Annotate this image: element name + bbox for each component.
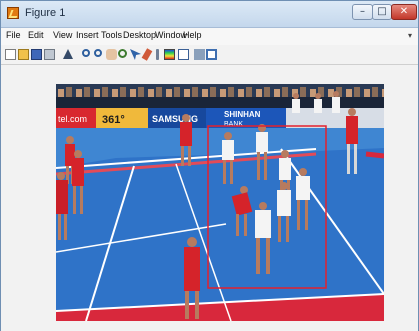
menu-insert[interactable]: Insert (76, 30, 99, 40)
spectator-white-1 (292, 93, 300, 113)
ad-telecom-text: tel.com (58, 114, 87, 124)
select-arrow-icon[interactable] (63, 49, 73, 59)
legend-icon[interactable] (178, 49, 189, 60)
print-icon[interactable] (44, 49, 55, 60)
menu-edit[interactable]: Edit (28, 30, 44, 40)
brush-icon[interactable] (141, 48, 153, 61)
dock-icon[interactable] (206, 49, 217, 60)
matlab-logo-icon (7, 7, 19, 19)
menu-tools[interactable]: Tools (101, 30, 122, 40)
kabaddi-court-image: tel.com 361° SAMSUNG SHINHAN BANK (56, 84, 384, 321)
save-icon[interactable] (31, 49, 42, 60)
menu-desktop[interactable]: Desktop (123, 30, 156, 40)
ad-361-text: 361° (102, 114, 125, 126)
window-title: Figure 1 (25, 7, 66, 19)
displayed-image: tel.com 361° SAMSUNG SHINHAN BANK (56, 84, 384, 321)
new-figure-icon[interactable] (5, 49, 16, 60)
colorbar-icon[interactable] (164, 49, 175, 60)
menu-overflow-icon[interactable]: ▾ (408, 31, 412, 40)
spectator-white-2 (314, 93, 322, 113)
menu-bar: File Edit View Insert Tools Desktop Wind… (1, 28, 418, 45)
data-cursor-icon[interactable] (130, 49, 141, 60)
matlab-figure-window: Figure 1 – □ ✕ File Edit View Insert Too… (0, 0, 419, 331)
rotate-3d-icon[interactable] (118, 49, 127, 58)
ad-shinhan-text: SHINHAN (224, 110, 261, 119)
minimize-button[interactable]: – (352, 4, 373, 20)
maximize-button[interactable]: □ (372, 4, 392, 20)
court-corner-right (365, 151, 384, 159)
pan-hand-icon[interactable] (106, 49, 117, 60)
link-icon[interactable] (156, 49, 159, 60)
grid-icon[interactable] (194, 49, 205, 60)
open-file-icon[interactable] (18, 49, 29, 60)
title-bar[interactable]: Figure 1 – □ ✕ (1, 1, 418, 28)
ad-shinhan-sub-text: BANK (224, 121, 243, 128)
spectator-white-3 (332, 91, 340, 113)
menu-view[interactable]: View (53, 30, 72, 40)
close-button[interactable]: ✕ (391, 4, 417, 20)
zoom-out-icon[interactable] (94, 49, 102, 57)
court-inner (56, 148, 384, 321)
menu-file[interactable]: File (6, 30, 21, 40)
figure-toolbar (1, 45, 418, 65)
zoom-in-icon[interactable] (82, 49, 90, 57)
menu-help[interactable]: Help (183, 30, 202, 40)
